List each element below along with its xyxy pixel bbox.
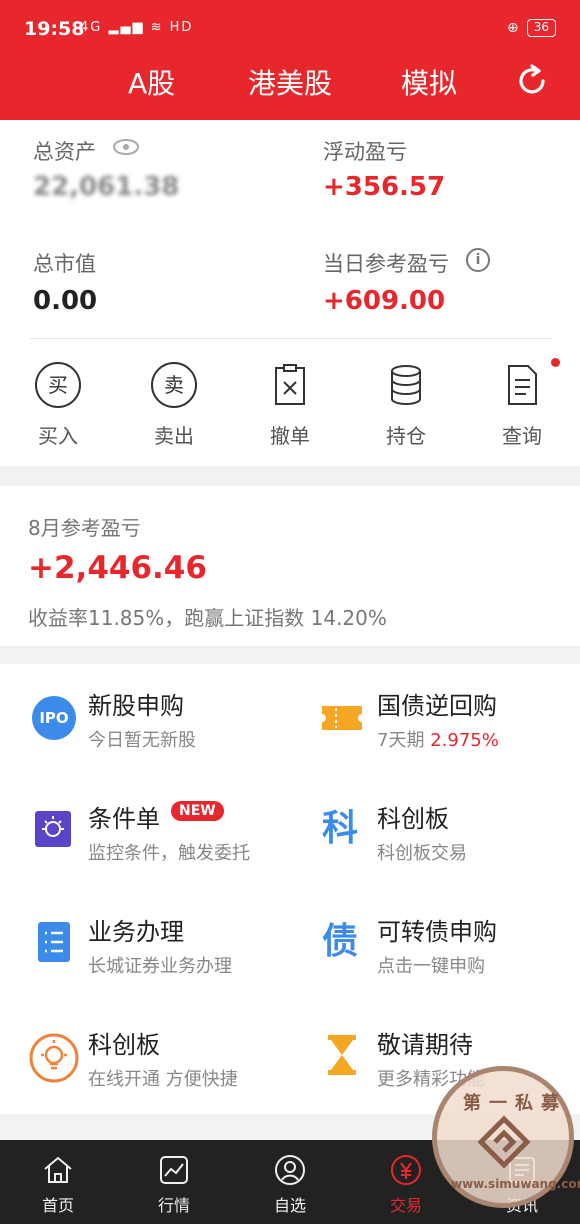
- document-icon: [508, 365, 537, 405]
- monthly-pl-value: +2,446.46: [28, 550, 207, 586]
- sell-label: 卖出: [154, 424, 194, 448]
- service-subtitle: 科创板交易: [377, 843, 467, 864]
- watermark-logo: 第一私募 www.simuwang.com: [432, 1066, 580, 1208]
- repo-term: 7天期: [377, 730, 425, 751]
- nav-trade-label: 交易: [389, 1196, 422, 1215]
- service-title: 国债逆回购: [377, 692, 497, 720]
- buy-button[interactable]: 买 买入: [8, 362, 108, 449]
- battery-icon: 36: [526, 19, 556, 37]
- market-value: 0.00: [33, 286, 98, 316]
- bond-icon: 债: [322, 921, 359, 962]
- clipboard-x-icon: [275, 364, 305, 405]
- monthly-summary: 收益率11.85%，跑赢上证指数 14.20%: [28, 606, 387, 630]
- cancel-order-button[interactable]: 撤单: [240, 362, 340, 449]
- tab-hk-us-shares[interactable]: 港美股: [248, 62, 332, 102]
- sell-icon: 卖: [151, 362, 197, 408]
- nav-home[interactable]: 首页: [13, 1148, 103, 1216]
- service-subtitle: 7天期 2.975%: [377, 726, 499, 752]
- total-assets-value: 22,061.38: [33, 172, 180, 202]
- service-title: 条件单: [88, 805, 160, 833]
- service-title: 业务办理: [88, 918, 184, 946]
- chart-icon: [160, 1156, 188, 1184]
- info-icon[interactable]: i: [466, 248, 490, 272]
- status-right: ⊕ 36: [507, 19, 556, 37]
- new-badge: NEW: [171, 801, 224, 821]
- floating-pl-value: +356.57: [323, 172, 446, 202]
- watermark-text: 第一私募: [463, 1093, 567, 1114]
- positions-button[interactable]: 持仓: [356, 362, 456, 449]
- lock-icon: ⊕: [506, 20, 519, 36]
- hd-indicator: HD: [169, 20, 194, 35]
- tab-simulation[interactable]: 模拟: [401, 62, 457, 102]
- query-button[interactable]: 查询: [472, 362, 572, 449]
- status-time: 19:58: [24, 18, 85, 40]
- user-circle-icon: [275, 1155, 305, 1185]
- service-title: 可转债申购: [377, 918, 497, 946]
- query-label: 查询: [502, 424, 542, 448]
- top-bar: 19:58 4G ▂▄▆ ≋ HD ⊕ 36 A股 港美股 模拟: [0, 0, 580, 120]
- lightbulb-icon: [29, 1033, 79, 1083]
- home-icon: [44, 1156, 72, 1183]
- refresh-icon[interactable]: [515, 64, 549, 98]
- nav-home-label: 首页: [41, 1196, 74, 1215]
- market-value-label: 总市值: [33, 252, 96, 276]
- service-title: 敬请期待: [377, 1031, 473, 1059]
- bulb-board-icon: [35, 811, 71, 847]
- repo-rate: 2.975%: [430, 730, 499, 751]
- notification-dot: [551, 358, 560, 367]
- service-subtitle: 今日暂无新股: [88, 730, 196, 751]
- service-subtitle: 长城证券业务办理: [88, 956, 232, 977]
- ticket-icon: [322, 706, 362, 730]
- hourglass-icon: [328, 1035, 356, 1075]
- eye-icon[interactable]: [112, 137, 140, 157]
- floating-pl-label: 浮动盈亏: [323, 140, 407, 164]
- monthly-pl-card[interactable]: 8月参考盈亏 +2,446.46 收益率11.85%，跑赢上证指数 14.20%: [0, 486, 580, 646]
- network-type: 4G: [80, 20, 103, 35]
- service-title: 新股申购: [88, 692, 184, 720]
- service-subtitle: 点击一键申购: [377, 956, 485, 977]
- sell-button[interactable]: 卖 卖出: [124, 362, 224, 449]
- daily-pl-value: +609.00: [323, 286, 446, 316]
- nav-market[interactable]: 行情: [129, 1148, 219, 1216]
- nav-watchlist-label: 自选: [273, 1196, 306, 1215]
- watermark-emblem: [477, 1115, 531, 1169]
- service-title: 科创板: [377, 805, 449, 833]
- daily-pl-label: 当日参考盈亏: [323, 252, 449, 276]
- service-subtitle: 在线开通 方便快捷: [88, 1069, 238, 1090]
- positions-label: 持仓: [386, 424, 426, 448]
- service-subtitle: 监控条件，触发委托: [88, 843, 250, 864]
- service-title: 科创板: [88, 1031, 160, 1059]
- database-icon: [391, 365, 421, 405]
- assets-card: 总资产 22,061.38 浮动盈亏 +356.57 总市值 0.00 当日参考…: [0, 120, 580, 466]
- cancel-order-label: 撤单: [270, 424, 310, 448]
- services-card: IPO 新股申购 今日暂无新股 国债逆回购 7天期 2.975% 条件单 NEW…: [0, 664, 580, 1114]
- watermark-url: www.simuwang.com: [451, 1177, 580, 1191]
- yen-icon: [391, 1155, 421, 1185]
- buy-label: 买入: [38, 424, 78, 448]
- ipo-icon: IPO: [32, 696, 76, 740]
- list-doc-icon: [38, 922, 70, 962]
- total-assets-label: 总资产: [33, 140, 96, 164]
- buy-icon: 买: [35, 362, 81, 408]
- nav-watchlist[interactable]: 自选: [245, 1148, 335, 1216]
- divider: [30, 338, 552, 339]
- monthly-pl-label: 8月参考盈亏: [28, 516, 141, 540]
- nav-market-label: 行情: [157, 1196, 190, 1215]
- ke-icon: 科: [322, 808, 359, 849]
- tab-a-shares[interactable]: A股: [128, 62, 175, 102]
- signal-icon: 4G ▂▄▆ ≋ HD: [80, 20, 194, 35]
